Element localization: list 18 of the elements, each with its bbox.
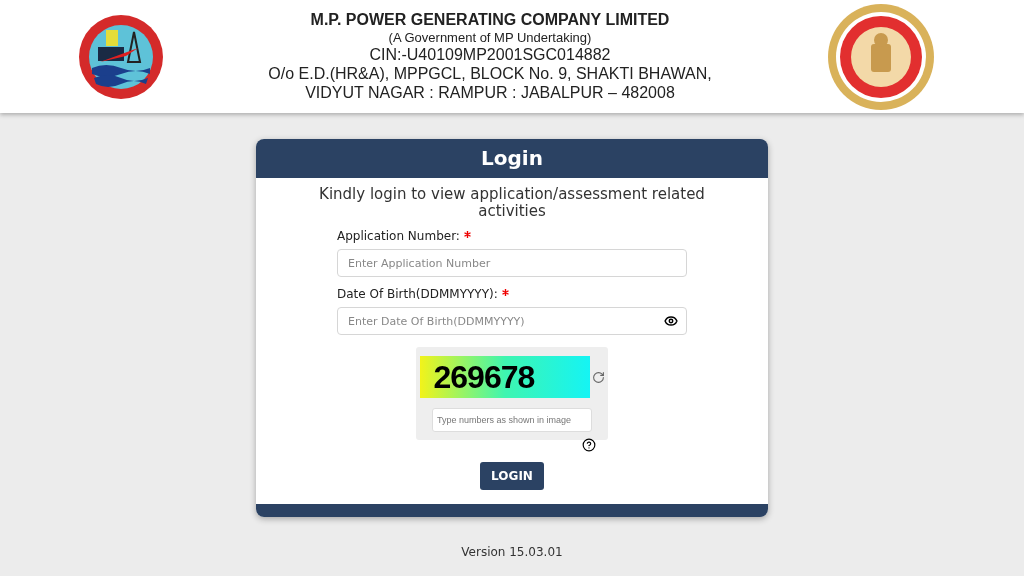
header-text: M.P. POWER GENERATING COMPANY LIMITED [310,10,670,30]
field-label: Date Of Birth(DDMMYYYY): [337,287,498,301]
login-button[interactable]: LOGIN [480,462,544,490]
eye-icon[interactable] [664,314,678,328]
input-field[interactable]: Enter Application Number [337,249,687,277]
header-text: VIDYUT NAGAR : RAMPUR : JABALPUR – 482008 [305,83,675,103]
field-label: Application Number: [337,229,460,243]
help-icon[interactable] [582,438,596,452]
header-text: O/o E.D.(HR&A), MPPGCL, BLOCK No. 9, SHAKTI BHAWAN, [268,64,712,84]
version-text: Version 15.03.01 [461,545,563,559]
card-title: Login [256,139,768,178]
captcha-field[interactable]: Type numbers as shown in image [432,408,592,432]
header-text: (A Government of MP Undertaking) [388,29,592,46]
intro-text: Kindly login to view application/assessment related activities [318,186,706,219]
refresh-icon[interactable] [591,370,605,384]
captcha-image: 269678 [419,356,590,398]
header-text: CIN:-U40109MP2001SGC014882 [369,45,611,65]
input-field[interactable]: Enter Date Of Birth(DDMMYYYY) [337,307,687,335]
